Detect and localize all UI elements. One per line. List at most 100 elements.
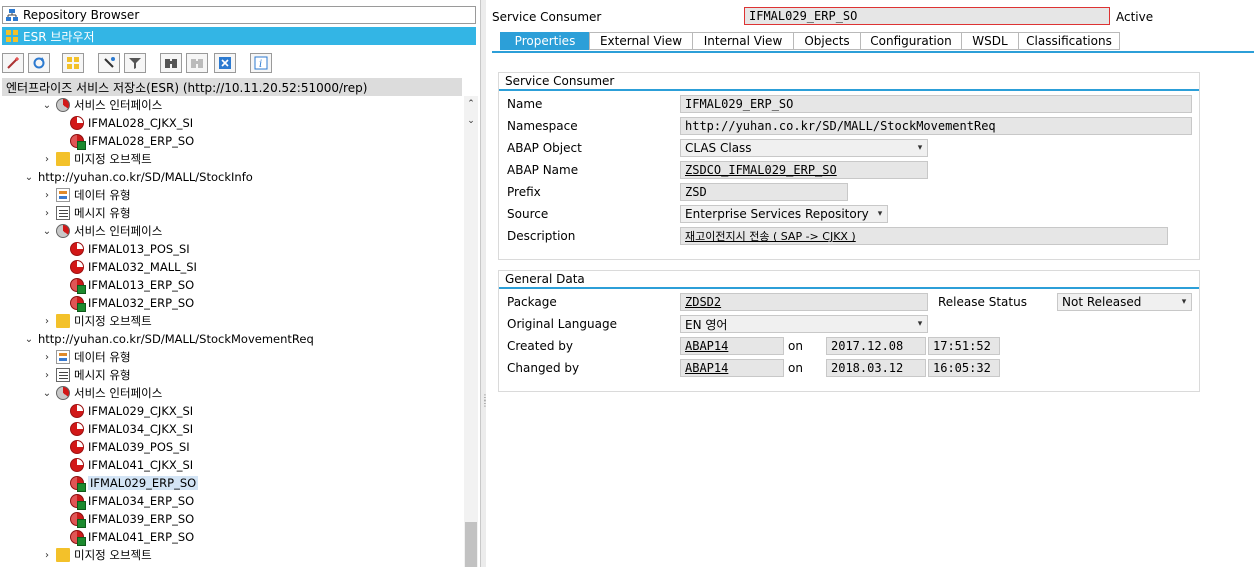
tree-item-label: IFMAL013_POS_SI	[88, 242, 190, 256]
chevron-down-icon[interactable]: ⌄	[42, 388, 52, 399]
tree-item-interface[interactable]: IFMAL034_ERP_SO	[60, 492, 194, 510]
release-status-select[interactable]: Not Released ▾	[1057, 293, 1192, 311]
tab-underline	[492, 51, 1254, 53]
tree-item-folder[interactable]: ⌄ 서비스 인터페이스	[42, 222, 162, 240]
tree-item-folder[interactable]: › 미지정 오브젝트	[42, 312, 152, 330]
wand-icon[interactable]	[2, 53, 24, 73]
chevron-right-icon[interactable]: ›	[42, 154, 52, 165]
tab-wsdl[interactable]: WSDL	[961, 32, 1019, 50]
tree-item-folder[interactable]: › 데이터 유형	[42, 186, 131, 204]
folder-icon	[56, 548, 70, 562]
outbound-interface-icon	[70, 260, 84, 274]
refresh-icon[interactable]	[28, 53, 50, 73]
tree-item-folder[interactable]: › 메시지 유형	[42, 204, 131, 222]
tree-item-label: IFMAL041_ERP_SO	[88, 530, 195, 544]
tree-item-folder[interactable]: ⌄ 서비스 인터페이스	[42, 96, 162, 114]
chevron-right-icon[interactable]: ›	[42, 190, 52, 201]
tools-icon[interactable]	[98, 53, 120, 73]
object-status: Active	[1116, 10, 1154, 24]
tree-scrollbar-thumb[interactable]	[465, 522, 477, 567]
source-select[interactable]: Enterprise Services Repository ▾	[680, 205, 888, 223]
filter-icon[interactable]	[124, 53, 146, 73]
esr-browser-label: ESR 브라우저	[23, 29, 95, 44]
created-time-field: 17:51:52	[928, 337, 1000, 355]
tree-item-namespace[interactable]: ⌄ http://yuhan.co.kr/SD/MALL/StockMovemen…	[24, 330, 314, 348]
repository-icon	[5, 8, 19, 22]
changed-date-field: 2018.03.12	[826, 359, 926, 377]
tab-properties[interactable]: Properties	[500, 32, 590, 50]
service-consumer-icon	[70, 512, 86, 528]
changed-by-field[interactable]: ABAP14	[680, 359, 784, 377]
tab-classifications[interactable]: Classifications	[1018, 32, 1120, 50]
changed-on-label: on	[788, 361, 803, 375]
service-consumer-icon	[70, 476, 86, 492]
tree-item-folder[interactable]: › 데이터 유형	[42, 348, 131, 366]
outbound-interface-icon	[70, 116, 84, 130]
outbound-interface-icon	[70, 440, 84, 454]
tree-item-interface[interactable]: IFMAL032_ERP_SO	[60, 294, 194, 312]
tree-item-interface[interactable]: IFMAL041_CJKX_SI	[60, 456, 193, 474]
description-field[interactable]: 재고이전지시 전송 ( SAP -> CJKX )	[680, 227, 1168, 245]
chevron-right-icon[interactable]: ›	[42, 370, 52, 381]
repository-browser-button[interactable]: Repository Browser	[2, 6, 476, 24]
chevron-down-icon[interactable]: ⌄	[24, 172, 34, 183]
tree-item-interface[interactable]: IFMAL039_POS_SI	[60, 438, 190, 456]
tab-configuration[interactable]: Configuration	[860, 32, 962, 50]
chevron-right-icon[interactable]: ›	[42, 352, 52, 363]
release-status-label: Release Status	[938, 295, 1027, 309]
tree-item-label: 미지정 오브젝트	[74, 314, 152, 328]
tree-icon[interactable]	[62, 53, 84, 73]
tree-item-interface[interactable]: IFMAL034_CJKX_SI	[60, 420, 193, 438]
abap-object-select[interactable]: CLAS Class ▾	[680, 139, 928, 157]
chevron-right-icon[interactable]: ›	[42, 316, 52, 327]
tree-item-interface[interactable]: IFMAL013_POS_SI	[60, 240, 190, 258]
scroll-up-icon[interactable]: ⌃	[465, 99, 477, 109]
tree-item-label: 미지정 오브젝트	[74, 548, 152, 562]
binoculars-icon[interactable]	[160, 53, 182, 73]
tree-item-interface[interactable]: IFMAL028_CJKX_SI	[60, 114, 193, 132]
tree-item-label: IFMAL029_ERP_SO	[88, 476, 199, 490]
chevron-down-icon: ▾	[917, 319, 923, 329]
close-box-icon[interactable]	[214, 53, 236, 73]
tree-item-interface[interactable]: IFMAL039_ERP_SO	[60, 510, 194, 528]
chevron-down-icon[interactable]: ⌄	[42, 100, 52, 111]
tree-item-folder[interactable]: ⌄ 서비스 인터페이스	[42, 384, 162, 402]
tree-item-folder[interactable]: › 미지정 오브젝트	[42, 150, 152, 168]
tree-item-interface[interactable]: IFMAL029_ERP_SO	[60, 474, 199, 492]
namespace-label: Namespace	[507, 119, 578, 133]
tab-objects[interactable]: Objects	[793, 32, 861, 50]
tree-item-label: IFMAL028_CJKX_SI	[88, 116, 194, 130]
info-icon[interactable]: i	[250, 53, 272, 73]
outbound-interface-icon	[70, 458, 84, 472]
package-field[interactable]: ZDSD2	[680, 293, 928, 311]
abap-name-field[interactable]: ZSDCO_IFMAL029_ERP_SO	[680, 161, 928, 179]
original-language-label: Original Language	[507, 317, 617, 331]
changed-by-label: Changed by	[507, 361, 580, 375]
original-language-select[interactable]: EN 영어 ▾	[680, 315, 928, 333]
tree-item-label: IFMAL028_ERP_SO	[88, 134, 195, 148]
tree-item-label: 서비스 인터페이스	[74, 386, 163, 400]
chevron-down-icon[interactable]: ⌄	[24, 334, 34, 345]
esr-repository-header: 엔터프라이즈 서비스 저장소(ESR) (http://10.11.20.52:…	[2, 78, 462, 96]
created-by-field[interactable]: ABAP14	[680, 337, 784, 355]
tree-scrollbar[interactable]	[464, 96, 478, 567]
tree-item-interface[interactable]: IFMAL013_ERP_SO	[60, 276, 194, 294]
tree-item-interface[interactable]: IFMAL032_MALL_SI	[60, 258, 197, 276]
tree-item-interface[interactable]: IFMAL029_CJKX_SI	[60, 402, 193, 420]
tree-item-interface[interactable]: IFMAL028_ERP_SO	[60, 132, 194, 150]
object-name-field[interactable]: IFMAL029_ERP_SO	[744, 7, 1110, 25]
esr-browser-button[interactable]: ESR 브라우저	[2, 27, 476, 45]
scroll-down-icon[interactable]: ⌄	[465, 116, 477, 126]
tab-external-view[interactable]: External View	[589, 32, 693, 50]
data-type-icon	[56, 350, 70, 364]
chevron-down-icon[interactable]: ⌄	[42, 226, 52, 237]
tab-internal-view[interactable]: Internal View	[692, 32, 794, 50]
chevron-right-icon[interactable]: ›	[42, 550, 52, 561]
tree-item-folder[interactable]: › 메시지 유형	[42, 366, 131, 384]
tree-item-folder[interactable]: › 미지정 오브젝트	[42, 546, 152, 564]
tree-item-interface[interactable]: IFMAL041_ERP_SO	[60, 528, 194, 546]
chevron-right-icon[interactable]: ›	[42, 208, 52, 219]
folder-icon	[56, 314, 70, 328]
folder-icon	[56, 152, 70, 166]
tree-item-namespace[interactable]: ⌄ http://yuhan.co.kr/SD/MALL/StockInfo	[24, 168, 253, 186]
